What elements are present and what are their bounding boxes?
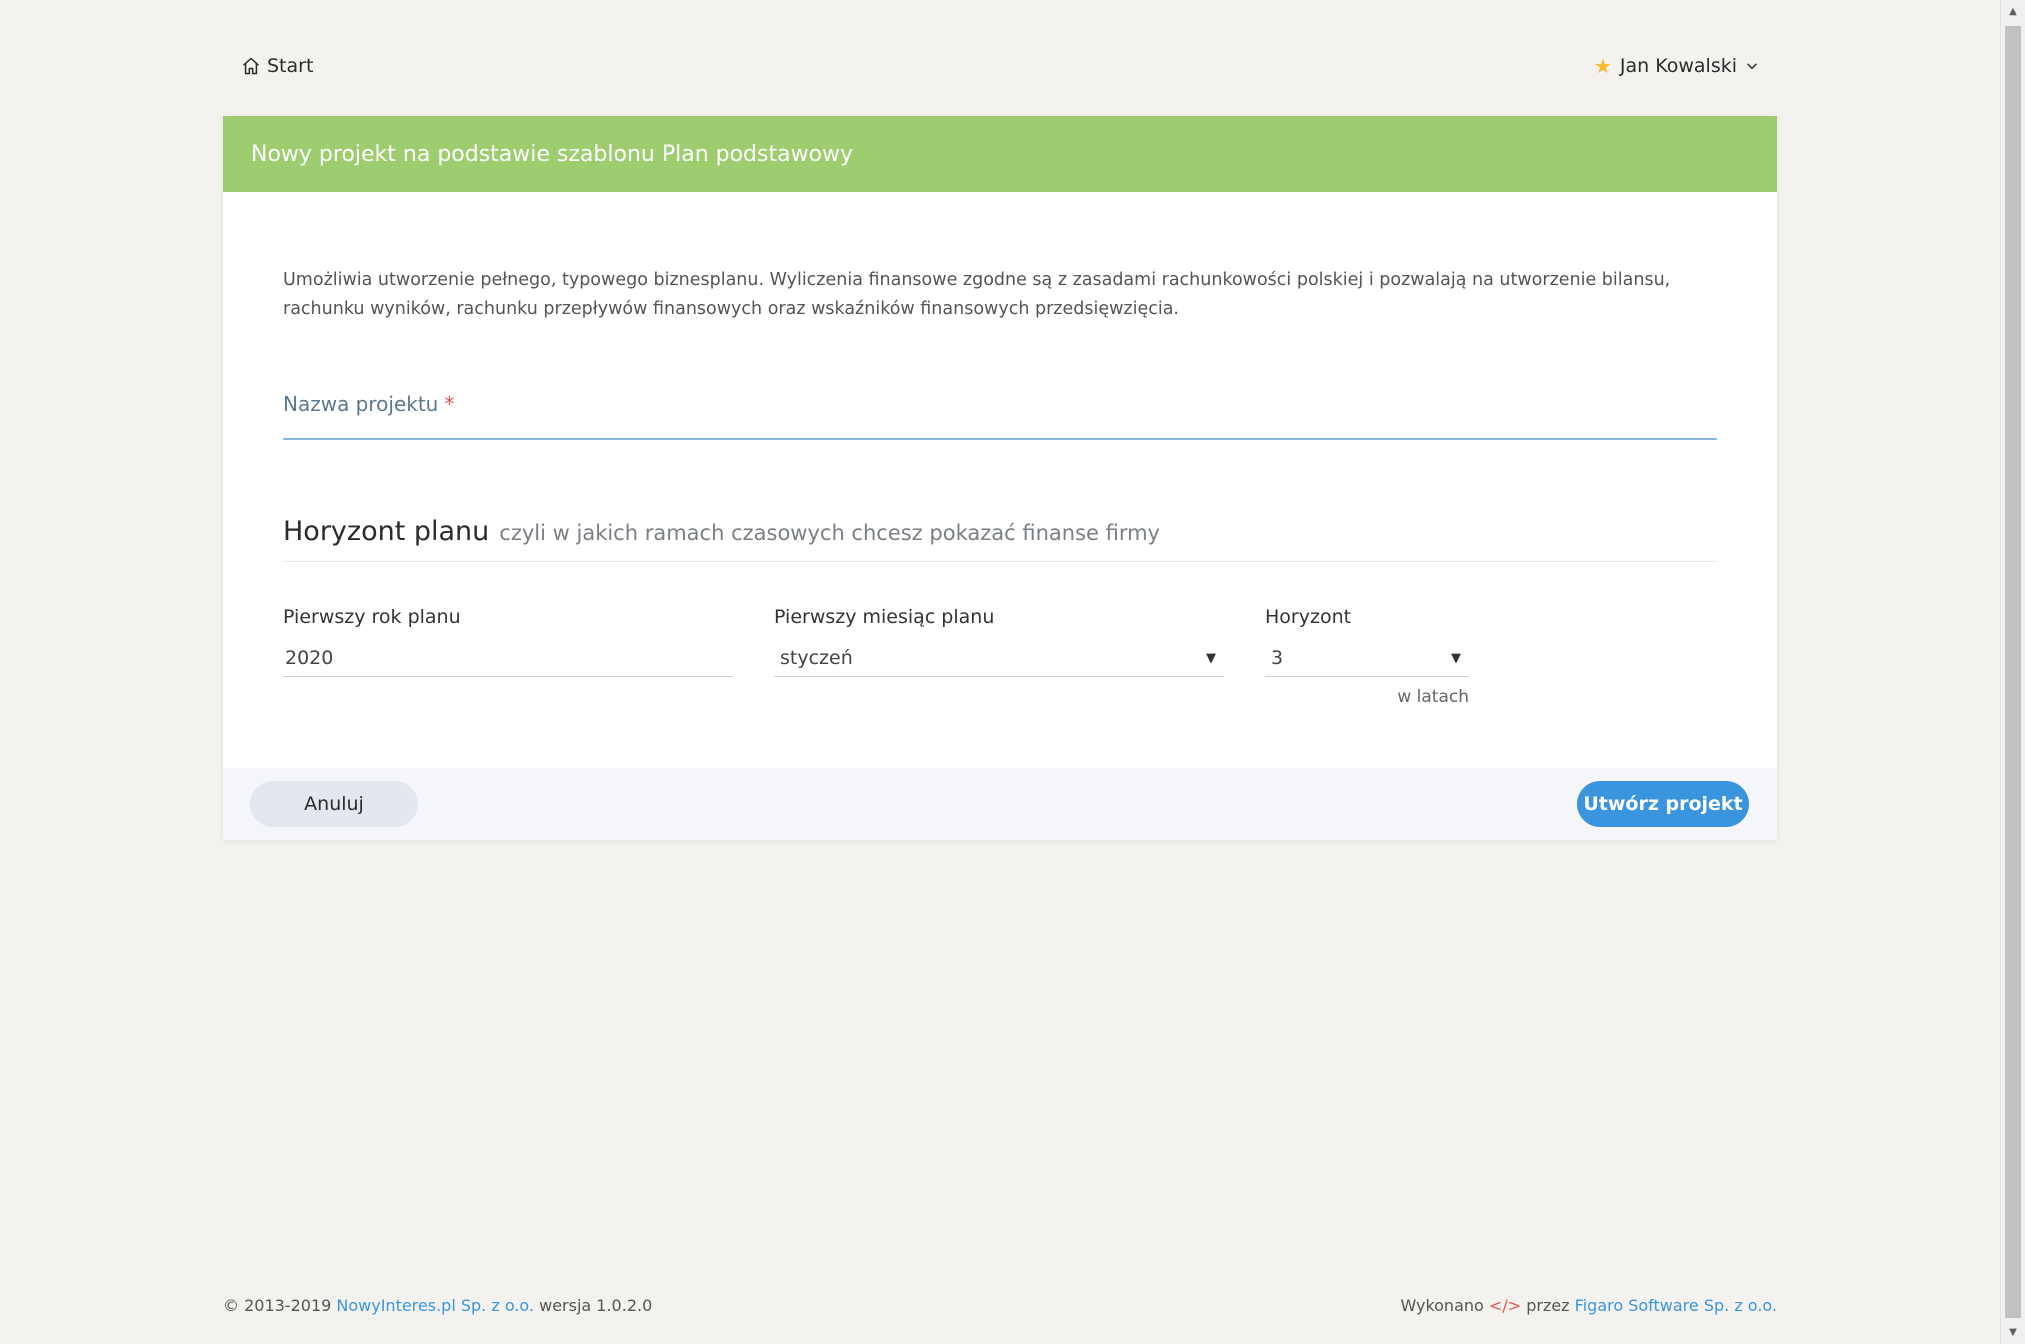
made-by: przez bbox=[1526, 1296, 1570, 1315]
card-header: Nowy projekt na podstawie szablonu Plan … bbox=[223, 116, 1777, 192]
project-name-field[interactable]: Nazwa projektu * bbox=[283, 392, 1721, 440]
footer-right: Wykonano </> przez Figaro Software Sp. z… bbox=[1400, 1296, 1777, 1315]
card-body: Umożliwia utworzenie pełnego, typowego b… bbox=[223, 266, 1777, 707]
vendor-link[interactable]: Figaro Software Sp. z o.o. bbox=[1575, 1296, 1777, 1315]
create-project-button[interactable]: Utwórz projekt bbox=[1577, 781, 1749, 827]
code-icon: </> bbox=[1488, 1296, 1522, 1315]
horizon-select[interactable]: 3 ▼ bbox=[1265, 640, 1469, 677]
plan-horizon-section: Horyzont planu czyli w jakich ramach cza… bbox=[283, 516, 1717, 562]
first-month-select[interactable]: styczeń ▼ bbox=[774, 640, 1224, 677]
horizon-fields: Pierwszy rok planu 2020 Pierwszy miesiąc… bbox=[283, 606, 1717, 707]
horizon-value: 3 bbox=[1271, 647, 1284, 669]
first-year-label: Pierwszy rok planu bbox=[283, 606, 461, 628]
home-label: Start bbox=[267, 55, 314, 77]
section-subtitle: czyli w jakich ramach czasowych chcesz p… bbox=[499, 521, 1160, 545]
first-year-value: 2020 bbox=[285, 647, 334, 669]
home-icon bbox=[243, 57, 259, 75]
first-month-value: styczeń bbox=[780, 647, 853, 669]
scrollbar-thumb[interactable] bbox=[2005, 26, 2021, 1318]
company-link[interactable]: NowyInteres.pl Sp. z o.o. bbox=[336, 1296, 534, 1315]
first-year-input[interactable]: 2020 bbox=[283, 640, 733, 677]
star-icon: ★ bbox=[1593, 54, 1612, 78]
template-description: Umożliwia utworzenie pełnego, typowego b… bbox=[283, 270, 1671, 319]
section-title: Horyzont planu bbox=[283, 516, 490, 547]
horizon-field: Horyzont 3 ▼ w latach bbox=[1265, 606, 1469, 707]
user-menu[interactable]: ★ Jan Kowalski bbox=[1594, 54, 1759, 78]
project-name-input[interactable] bbox=[283, 392, 1721, 438]
copyright: © 2013-2019 bbox=[223, 1296, 332, 1315]
first-month-field: Pierwszy miesiąc planu styczeń ▼ bbox=[774, 606, 1224, 707]
horizon-label: Horyzont bbox=[1265, 606, 1352, 628]
top-navigation: Start ★ Jan Kowalski bbox=[223, 40, 1777, 92]
first-month-label: Pierwszy miesiąc planu bbox=[774, 606, 995, 628]
new-project-card: Nowy projekt na podstawie szablonu Plan … bbox=[223, 116, 1777, 840]
vertical-scrollbar[interactable]: ▲ ▼ bbox=[2000, 0, 2025, 1344]
version: wersja 1.0.2.0 bbox=[539, 1296, 653, 1315]
card-actions: Anuluj Utwórz projekt bbox=[223, 768, 1777, 840]
cancel-button[interactable]: Anuluj bbox=[250, 781, 418, 827]
home-link[interactable]: Start bbox=[241, 55, 313, 77]
page-footer: © 2013-2019 NowyInteres.pl Sp. z o.o. we… bbox=[223, 1296, 1777, 1315]
dropdown-arrow-icon: ▼ bbox=[1206, 650, 1216, 666]
chevron-down-icon bbox=[1747, 63, 1757, 70]
dropdown-arrow-icon: ▼ bbox=[1451, 650, 1461, 666]
scroll-up-icon[interactable]: ▲ bbox=[2001, 6, 2025, 17]
card-title: Nowy projekt na podstawie szablonu Plan … bbox=[251, 141, 854, 167]
first-year-field: Pierwszy rok planu 2020 bbox=[283, 606, 733, 707]
scroll-down-icon[interactable]: ▼ bbox=[2001, 1327, 2025, 1338]
user-name: Jan Kowalski bbox=[1619, 55, 1737, 77]
footer-left: © 2013-2019 NowyInteres.pl Sp. z o.o. we… bbox=[223, 1296, 652, 1315]
made-prefix: Wykonano bbox=[1400, 1296, 1484, 1315]
horizon-unit: w latach bbox=[1397, 687, 1469, 707]
